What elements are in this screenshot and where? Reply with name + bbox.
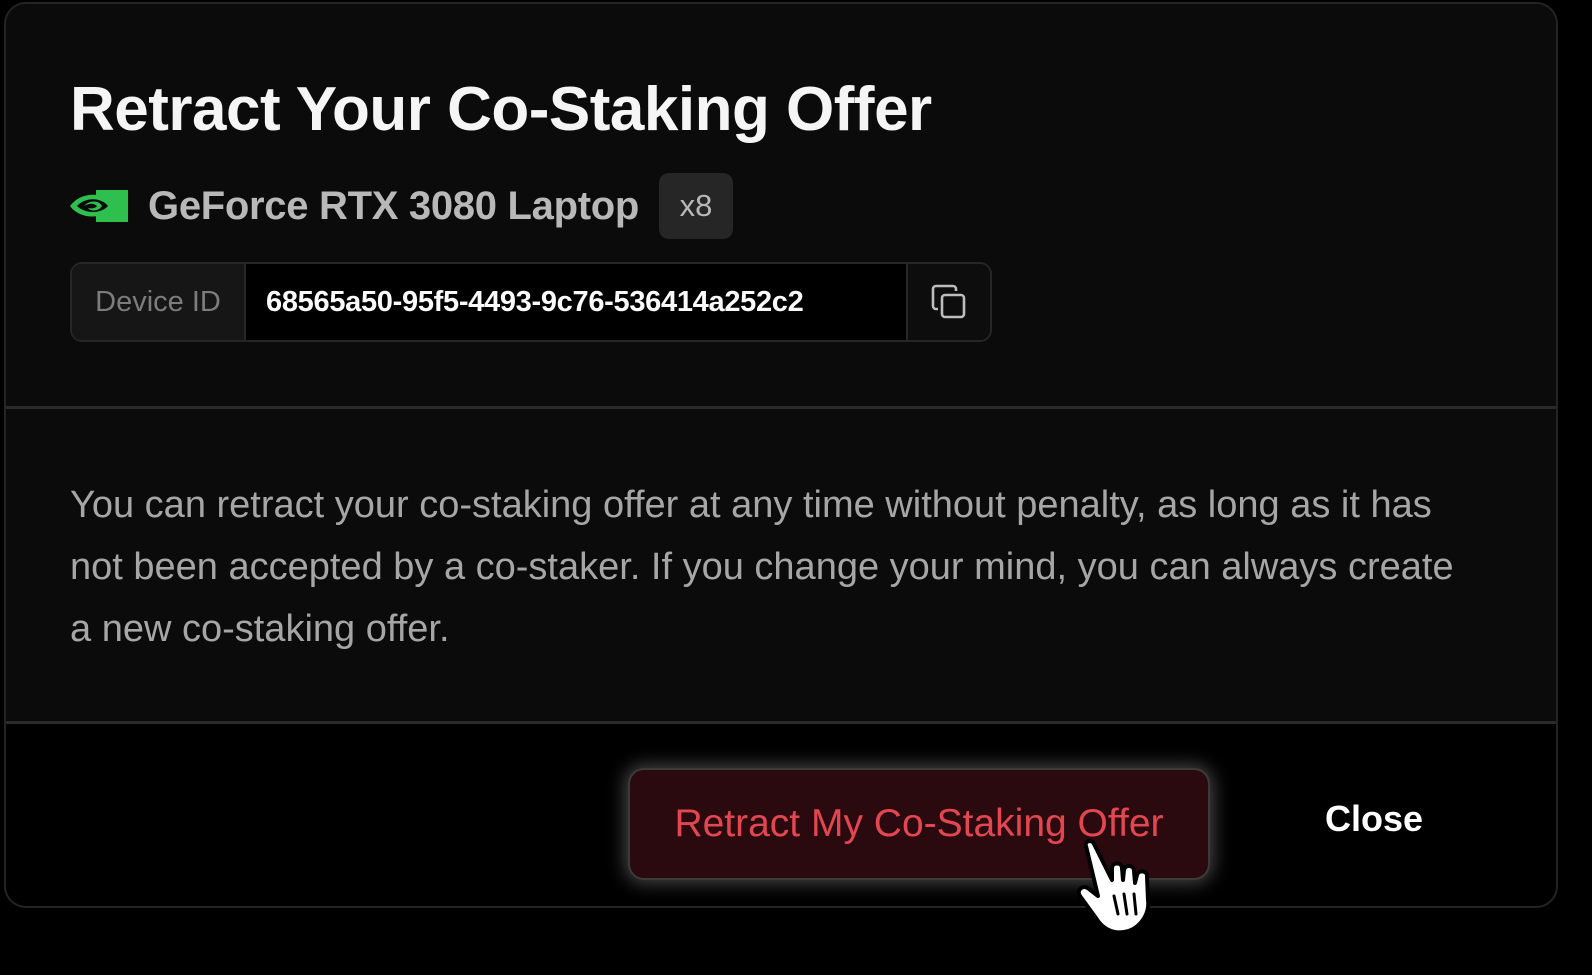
copy-device-id-button[interactable] — [906, 264, 990, 340]
dialog-title: Retract Your Co-Staking Offer — [70, 75, 932, 144]
device-id-label: Device ID — [72, 264, 246, 340]
close-button[interactable]: Close — [1306, 794, 1442, 844]
dialog-footer: Retract My Co-Staking Offer Close — [6, 724, 1556, 906]
device-id-value[interactable]: 68565a50-95f5-4493-9c76-536414a252c2 — [246, 264, 906, 340]
retract-offer-button[interactable]: Retract My Co-Staking Offer — [628, 768, 1210, 880]
copy-icon — [931, 284, 966, 319]
device-name: GeForce RTX 3080 Laptop — [148, 183, 640, 228]
header-divider — [6, 406, 1556, 409]
device-summary: GeForce RTX 3080 Laptop x8 — [70, 172, 734, 240]
dialog-header: Retract Your Co-Staking Offer GeForce RT… — [6, 4, 1556, 406]
device-id-field: Device ID 68565a50-95f5-4493-9c76-536414… — [70, 262, 992, 342]
nvidia-logo-icon — [70, 190, 128, 222]
dialog-description: You can retract your co-staking offer at… — [70, 484, 1454, 650]
retract-offer-dialog: Retract Your Co-Staking Offer GeForce RT… — [4, 2, 1558, 908]
device-count-badge: x8 — [659, 173, 734, 239]
